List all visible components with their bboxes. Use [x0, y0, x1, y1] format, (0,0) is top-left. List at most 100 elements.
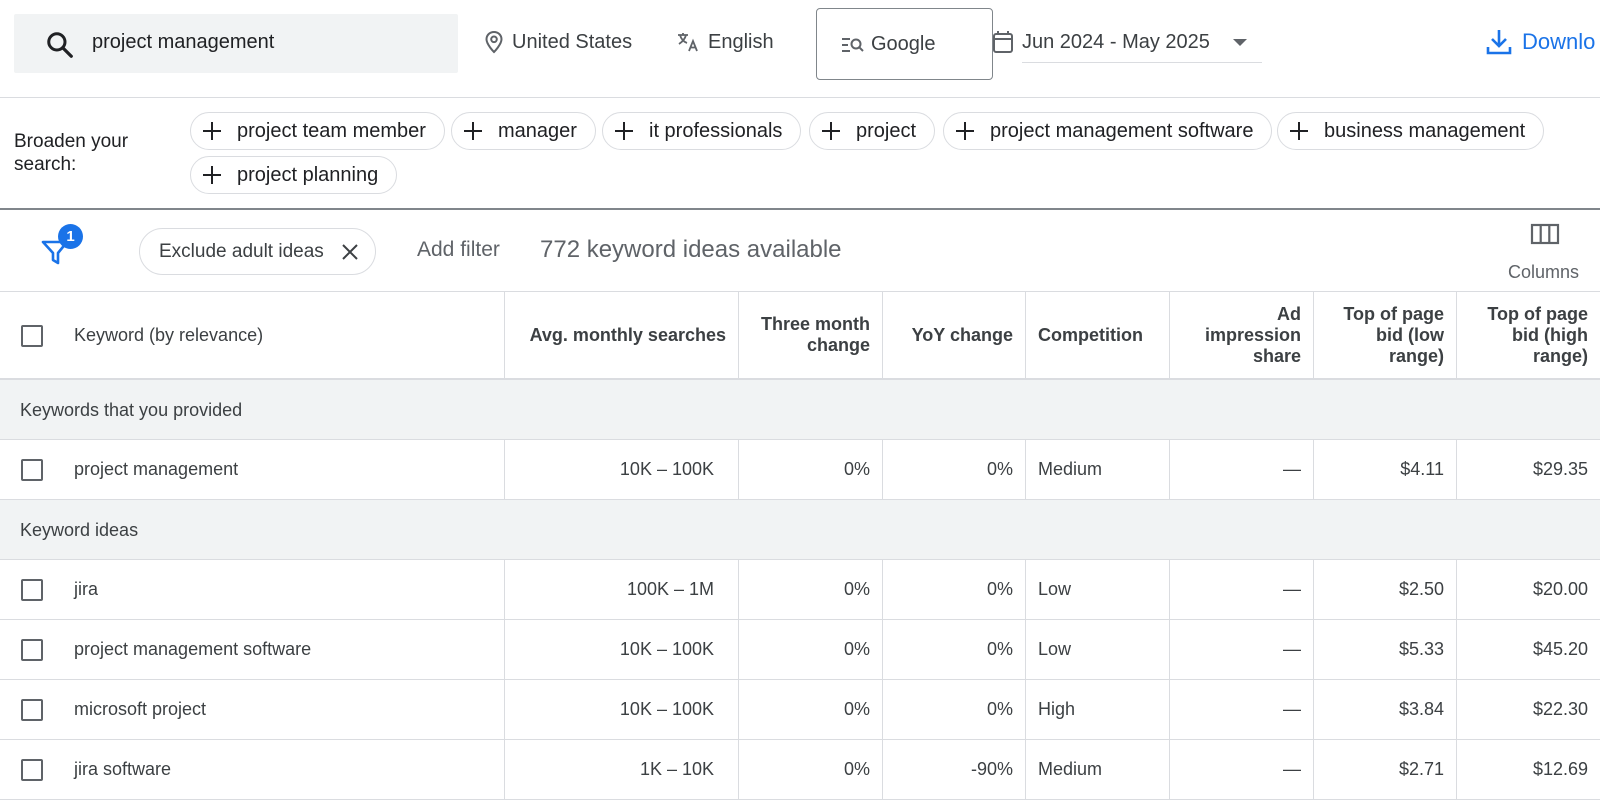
avg-monthly-searches-cell: 100K – 1M [505, 560, 739, 619]
row-checkbox[interactable] [21, 579, 43, 601]
table-row[interactable]: microsoft project 10K – 100K 0% 0% High … [0, 680, 1600, 740]
columns-icon [1530, 223, 1560, 245]
keyword-cell: jira [0, 560, 505, 619]
avg-monthly-searches-cell: 10K – 100K [505, 440, 739, 499]
yoy-change-cell: -90% [883, 740, 1026, 799]
three-month-change-cell: 0% [739, 740, 883, 799]
header-top-bid-low[interactable]: Top of page bid (low range) [1314, 292, 1457, 378]
dropdown-arrow-icon[interactable] [1232, 38, 1248, 48]
table-row[interactable]: jira 100K – 1M 0% 0% Low — $2.50 $20.00 [0, 560, 1600, 620]
three-month-change-cell: 0% [739, 680, 883, 739]
plus-icon [203, 122, 221, 140]
header-top-bid-high[interactable]: Top of page bid (high range) [1457, 292, 1600, 378]
broaden-chip[interactable]: it professionals [602, 112, 802, 150]
columns-label: Columns [1508, 262, 1580, 282]
broaden-chip[interactable]: project [809, 112, 936, 150]
avg-monthly-searches-cell: 1K – 10K [505, 740, 739, 799]
keyword-table: Keyword (by relevance) Avg. monthly sear… [0, 292, 1600, 800]
header-three-month-change[interactable]: Three month change [739, 292, 883, 378]
header-yoy-change[interactable]: YoY change [883, 292, 1026, 378]
keyword-text: microsoft project [74, 699, 207, 719]
top-bid-high-cell: $12.69 [1532, 759, 1588, 779]
header-competition[interactable]: Competition [1026, 292, 1170, 378]
date-range-field[interactable]: Jun 2024 - May 2025 [1022, 28, 1262, 63]
keyword-cell: project management [0, 440, 505, 499]
broaden-chip-label: manager [498, 119, 577, 142]
keyword-text: project management software [74, 639, 312, 659]
ad-impression-share-cell: — [1170, 620, 1314, 679]
top-bid-low-cell: $2.71 [1314, 740, 1457, 799]
table-row[interactable]: jira software 1K – 10K 0% -90% Medium — … [0, 740, 1600, 800]
top-bid-low-cell: $4.11 [1314, 440, 1457, 499]
ad-impression-share-cell: — [1170, 680, 1314, 739]
header-ad-impression-share[interactable]: Ad impression share [1170, 292, 1314, 378]
top-bid-low-cell: $2.50 [1314, 560, 1457, 619]
yoy-change-cell: 0% [883, 440, 1026, 499]
broaden-chip[interactable]: project team member [190, 112, 445, 150]
location-selector[interactable]: United States [484, 30, 632, 54]
table-row[interactable]: project management 10K – 100K 0% 0% Medi… [0, 440, 1600, 500]
broaden-chip[interactable]: project planning [190, 156, 398, 194]
add-filter-button[interactable]: Add filter [417, 238, 500, 262]
group-label-ideas: Keyword ideas [20, 520, 139, 540]
table-row[interactable]: project management software 10K – 100K 0… [0, 620, 1600, 680]
language-label: English [708, 30, 774, 53]
keyword-text: jira software [74, 759, 172, 779]
row-checkbox[interactable] [21, 639, 43, 661]
header-keyword: Keyword (by relevance) [74, 324, 264, 345]
download-label: Downlo [1522, 29, 1596, 54]
yoy-change-cell: 0% [883, 680, 1026, 739]
columns-button[interactable]: Columns [1500, 222, 1600, 284]
header-avg-monthly-searches[interactable]: Avg. monthly searches [505, 292, 739, 378]
ad-impression-share-cell: — [1170, 440, 1314, 499]
translate-icon [678, 33, 698, 52]
keyword-cell: microsoft project [0, 680, 505, 739]
plus-icon [615, 122, 633, 140]
broaden-search-section: Broaden your search: project team member… [0, 98, 1600, 210]
three-month-change-cell: 0% [739, 620, 883, 679]
download-button[interactable]: Downlo [1486, 28, 1595, 56]
broaden-chip-label: project [856, 119, 917, 142]
search-network-selector[interactable]: Google [816, 8, 993, 80]
top-bid-low-cell: $3.84 [1314, 680, 1457, 739]
broaden-chip-label: business management [1324, 119, 1526, 142]
top-bar: project management United States English… [0, 0, 1600, 98]
avg-monthly-searches-cell: 10K – 100K [505, 620, 739, 679]
broaden-chip-label: project planning [237, 163, 379, 186]
competition-cell: Low [1026, 620, 1170, 679]
language-selector[interactable]: English [676, 30, 774, 54]
yoy-change-cell: 0% [883, 620, 1026, 679]
broaden-chip[interactable]: project management software [943, 112, 1273, 150]
active-filter-label: Exclude adult ideas [159, 241, 324, 262]
keyword-text: jira [74, 579, 99, 599]
plus-icon [822, 122, 840, 140]
competition-cell: Medium [1026, 740, 1170, 799]
filter-count-badge: 1 [58, 224, 83, 249]
broaden-chip-label: project team member [237, 119, 426, 142]
row-checkbox[interactable] [21, 759, 43, 781]
plus-icon [203, 166, 221, 184]
search-query[interactable]: project management [92, 31, 274, 54]
keyword-search-box[interactable]: project management [14, 14, 458, 73]
group-label-provided: Keywords that you provided [20, 400, 243, 420]
broaden-chip[interactable]: manager [451, 112, 596, 150]
broaden-chip-label: it professionals [649, 119, 783, 142]
competition-cell: Low [1026, 560, 1170, 619]
location-label: United States [512, 30, 633, 53]
keyword-ideas-count: 772 keyword ideas available [540, 236, 842, 263]
ad-impression-share-cell: — [1170, 560, 1314, 619]
close-icon[interactable] [341, 243, 359, 261]
top-bid-high-cell: $22.30 [1532, 699, 1588, 719]
active-filter-chip[interactable]: Exclude adult ideas [139, 228, 376, 275]
top-bid-high-cell: $45.20 [1532, 639, 1588, 659]
yoy-change-cell: 0% [883, 560, 1026, 619]
broaden-chip-label: project management software [990, 119, 1254, 142]
row-checkbox[interactable] [21, 699, 43, 721]
download-icon [1486, 30, 1512, 55]
broaden-chip[interactable]: business management [1277, 112, 1545, 150]
header-keyword-cell[interactable]: Keyword (by relevance) [0, 292, 505, 378]
top-bid-high-cell: $20.00 [1532, 579, 1588, 599]
select-all-checkbox[interactable] [21, 325, 43, 347]
competition-cell: Medium [1026, 440, 1170, 499]
row-checkbox[interactable] [21, 459, 43, 481]
